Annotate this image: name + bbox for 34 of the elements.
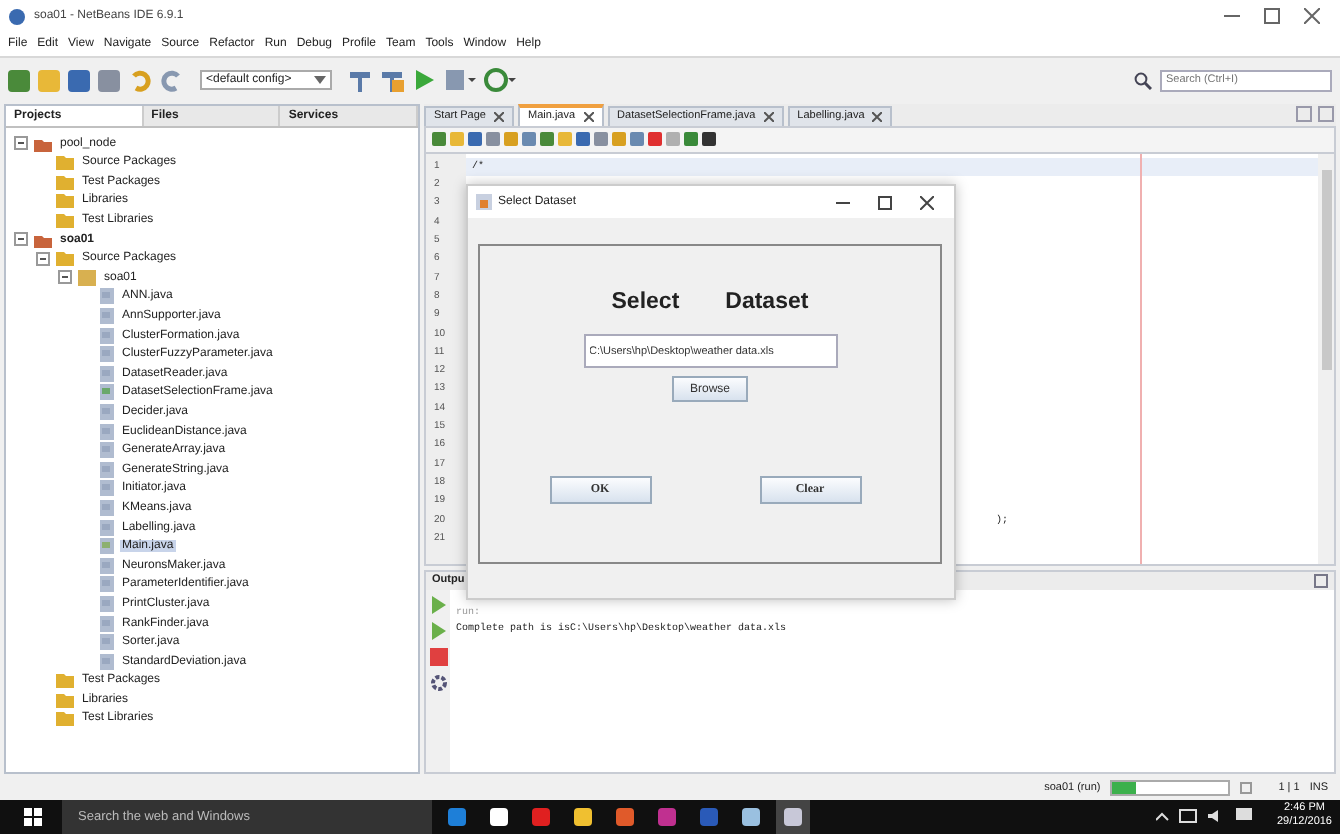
close-icon[interactable] <box>494 111 504 122</box>
run-icon[interactable] <box>412 68 436 93</box>
taskbar-app-icon[interactable] <box>776 799 810 834</box>
caret-icon <box>314 76 326 85</box>
maximize-icon[interactable] <box>1264 8 1280 25</box>
toolbar-icon[interactable] <box>68 69 90 92</box>
expand-toggle-icon[interactable] <box>14 136 28 151</box>
close-icon[interactable] <box>763 111 774 122</box>
toolbar-icon[interactable] <box>8 69 30 92</box>
close-icon[interactable] <box>1304 8 1320 25</box>
toolbar-icon[interactable] <box>98 69 120 92</box>
search-icon[interactable] <box>1134 71 1152 90</box>
expand-toggle-icon[interactable] <box>58 270 72 285</box>
maximize-icon[interactable] <box>878 195 892 209</box>
progress-bar <box>1110 779 1231 795</box>
dialog-heading: Dataset <box>725 290 809 314</box>
package-icon <box>78 269 96 286</box>
dialog-heading: Select <box>611 290 680 314</box>
project-icon <box>34 231 52 248</box>
redo-icon[interactable] <box>160 68 184 93</box>
app-icon <box>8 7 26 26</box>
windows-start-icon[interactable] <box>24 807 42 826</box>
close-icon[interactable] <box>872 111 883 122</box>
expand-toggle-icon[interactable] <box>36 251 50 266</box>
expand-toggle-icon[interactable] <box>14 232 28 247</box>
folder-icon <box>56 250 74 267</box>
gear-icon[interactable] <box>429 673 447 692</box>
project-icon <box>34 135 52 152</box>
close-icon[interactable] <box>583 111 594 122</box>
tray-icons-drawing[interactable] <box>1156 808 1257 825</box>
close-icon[interactable] <box>920 195 934 209</box>
scrollbar[interactable] <box>1318 153 1334 564</box>
stop-icon[interactable] <box>429 647 447 666</box>
cancel-icon[interactable] <box>1240 781 1253 793</box>
